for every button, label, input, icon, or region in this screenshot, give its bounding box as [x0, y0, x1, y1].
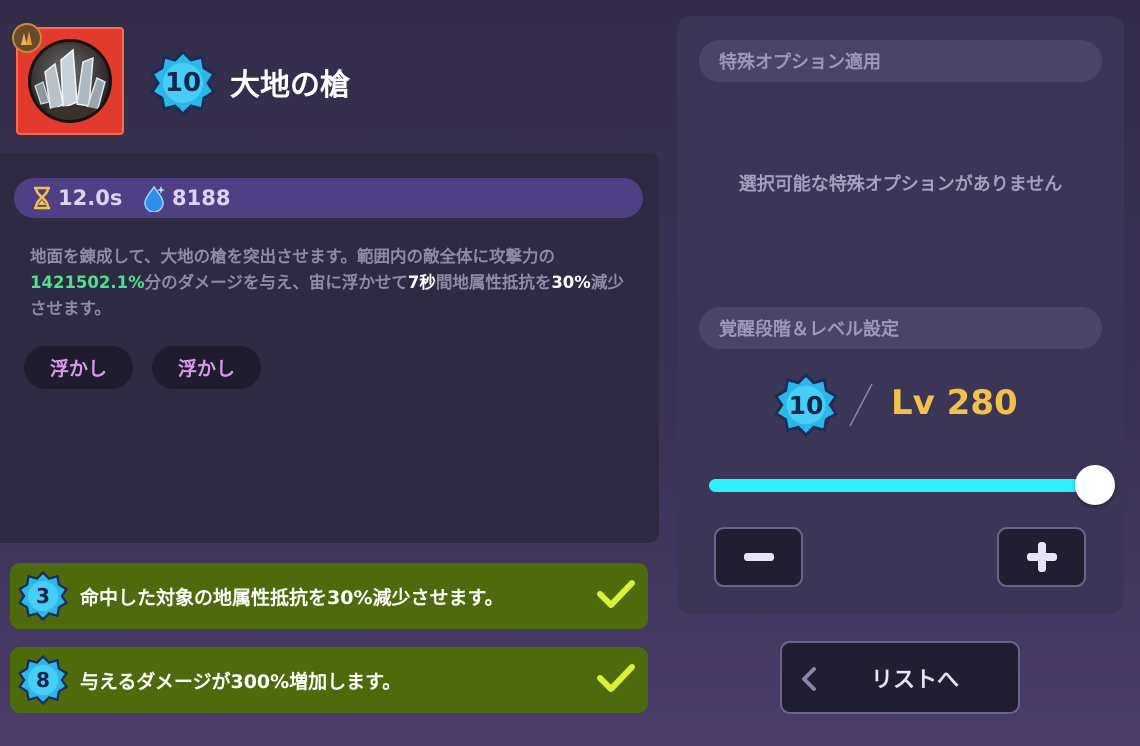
- awakening-level: 10: [788, 390, 824, 420]
- earth-spear-crystal-icon: [28, 39, 112, 123]
- skill-tag: 浮かし: [152, 346, 262, 389]
- checkmark-icon: [596, 662, 636, 698]
- back-to-list-button[interactable]: リストへ: [780, 641, 1020, 714]
- duration-value: 7秒: [407, 273, 436, 292]
- rank-badge-icon: [12, 23, 42, 53]
- level-slider-knob[interactable]: [1075, 465, 1115, 505]
- level-awakening-badge: 10: [773, 372, 839, 441]
- bonus-text: 与えるダメージが300%増加します。: [80, 670, 402, 693]
- hourglass-icon: [32, 186, 52, 214]
- level-settings-header: 覚醒段階＆レベル設定: [699, 307, 1102, 349]
- cooldown-value: 12.0s: [58, 186, 123, 210]
- separator-slash: [849, 383, 873, 427]
- awakening-bonus-row: 3 命中した対象の地属性抵抗を30%減少させます。: [10, 563, 648, 629]
- checkmark-icon: [596, 578, 636, 614]
- bonus-level: 8: [36, 668, 50, 692]
- awakening-level: 10: [164, 68, 202, 98]
- mana-drop-icon: [142, 184, 166, 216]
- damage-percent: 1421502.1%: [30, 273, 145, 292]
- back-to-list-label: リストへ: [870, 667, 959, 693]
- description-part: 地面を錬成して、大地の槍を突出させます。範囲内の敵全体に攻撃力の: [30, 247, 556, 266]
- skill-stat-bar: 12.0s 8188: [14, 178, 643, 218]
- plus-icon: [1026, 542, 1057, 572]
- description-part: 分のダメージを与え、宙に浮かせて: [144, 273, 408, 292]
- bonus-star-icon: 8: [17, 654, 69, 709]
- mana-cost-value: 8188: [172, 186, 231, 210]
- level-slider-track[interactable]: [709, 479, 1095, 492]
- minus-icon: [743, 553, 774, 561]
- decrease-level-button[interactable]: [714, 527, 803, 587]
- special-options-empty-message: 選択可能な特殊オプションがありません: [738, 174, 1063, 195]
- awakening-bonus-row: 8 与えるダメージが300%増加します。: [10, 647, 648, 713]
- bonus-star-icon: 3: [17, 570, 69, 625]
- awakening-badge: 10: [150, 50, 216, 116]
- skill-tag: 浮かし: [24, 346, 134, 389]
- level-value: Lv 280: [891, 383, 1018, 423]
- reduce-percent: 30%: [551, 273, 591, 292]
- bonus-level: 3: [36, 584, 50, 608]
- bonus-text: 命中した対象の地属性抵抗を30%減少させます。: [80, 586, 504, 609]
- increase-level-button[interactable]: [997, 527, 1086, 587]
- special-options-header: 特殊オプション適用: [699, 40, 1102, 82]
- description-part: 間地属性抵抗を: [435, 273, 552, 292]
- skill-name: 大地の槍: [230, 68, 350, 103]
- skill-description: 地面を錬成して、大地の槍を突出させます。範囲内の敵全体に攻撃力の 1421502.…: [30, 244, 640, 322]
- skill-icon: [12, 23, 124, 135]
